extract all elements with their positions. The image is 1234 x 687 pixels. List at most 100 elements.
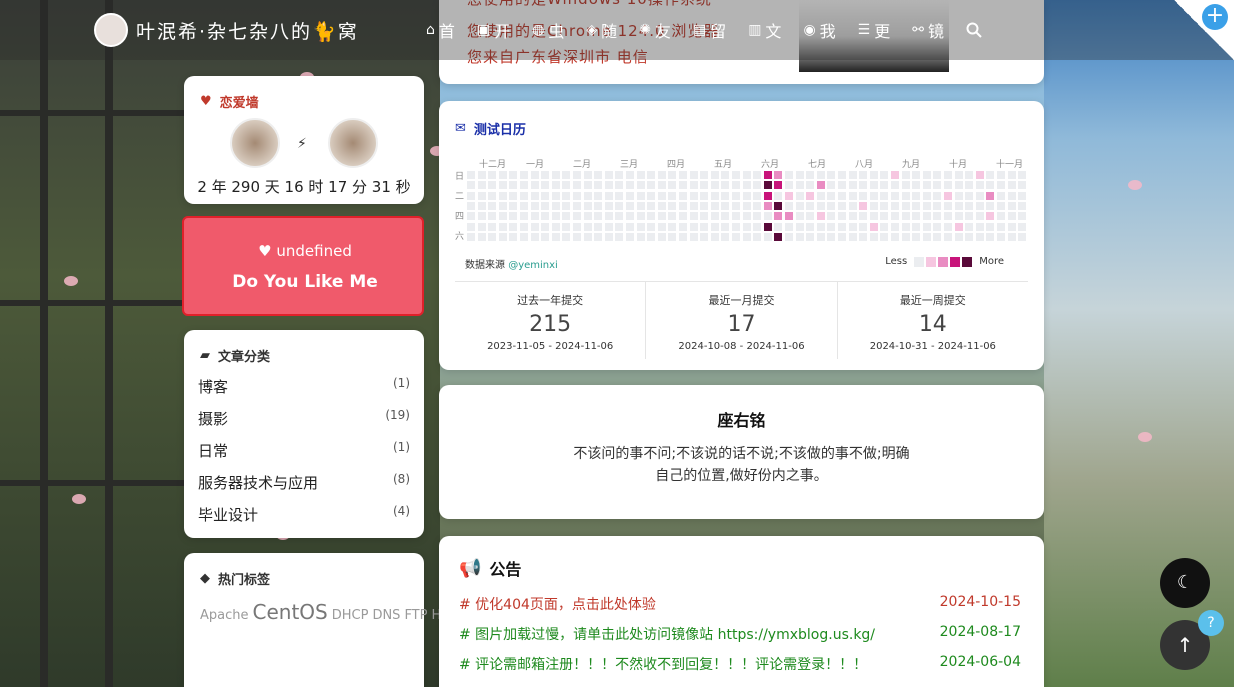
nav-item-more[interactable]: ☰ 更 — [858, 18, 891, 42]
contribution-cell — [657, 222, 666, 231]
nav-item-home[interactable]: ⌂ 首 — [426, 18, 455, 42]
contribution-cell — [615, 181, 624, 190]
source-user-link[interactable]: @yeminxi — [508, 260, 558, 271]
contribution-cell — [562, 181, 571, 190]
category-item[interactable]: 服务器技术与应用 (8) — [198, 472, 410, 493]
tag-link[interactable]: Apache — [200, 608, 249, 623]
tag-link[interactable]: DHCP — [332, 608, 369, 623]
announcement-item[interactable]: # 优化404页面，点击此处体验 2024-10-15 — [459, 594, 1021, 614]
announcement-item[interactable]: # 评论需邮箱注册！！！不然收不到回复！！！评论需登录！！！ 2024-06-04 — [459, 654, 1021, 674]
contribution-cell — [700, 212, 709, 221]
contribution-cell — [562, 222, 571, 231]
contribution-cell — [912, 212, 921, 221]
contribution-cell — [530, 201, 539, 210]
contribution-cell — [562, 171, 571, 179]
nav-item-about[interactable]: ◉ 我 — [803, 18, 835, 42]
contribution-cell — [975, 171, 984, 179]
help-icon[interactable]: ? — [1198, 610, 1224, 636]
category-item[interactable]: 日常 (1) — [198, 440, 410, 461]
plus-icon[interactable]: + — [1202, 4, 1228, 30]
hot-tags-card: ◆ 热门标签 ApacheCentOSDHCPDNSFTPHexoLinuxMy… — [184, 553, 831, 687]
nav-item-open[interactable]: ▣ 开 — [477, 18, 510, 42]
announcement-item[interactable]: # 图片加载过慢，请单击此处访问镜像站 https://ymxblog.us.k… — [459, 624, 1021, 644]
message-icon: ▤ — [692, 22, 707, 38]
contribution-cell — [689, 171, 698, 179]
contribution-cell — [848, 171, 857, 179]
site-title[interactable]: 叶泯希·杂七杂八的🐈窝 — [136, 17, 359, 44]
data-source: 数据来源 @yeminxi — [465, 256, 558, 271]
contribution-cell — [986, 191, 995, 200]
contribution-cell — [859, 232, 868, 241]
contribution-cell — [636, 171, 645, 179]
tag-link[interactable]: FTP — [404, 608, 427, 623]
contribution-cell — [509, 201, 518, 210]
contribution-cell — [997, 232, 1005, 241]
contribution-cell — [467, 201, 475, 210]
contribution-cell — [732, 222, 740, 231]
category-item[interactable]: 摄影 (19) — [198, 408, 410, 429]
contribution-cell — [732, 212, 740, 221]
contribution-cell — [668, 212, 677, 221]
contribution-cell — [848, 222, 857, 231]
contribution-cell — [530, 181, 539, 190]
calendar-legend: Less More — [885, 256, 1004, 267]
site-avatar[interactable] — [94, 13, 128, 47]
nav-item-label: 友 — [654, 22, 671, 41]
like-me-button[interactable]: ♥ undefined Do You Like Me — [182, 216, 424, 316]
contribution-cell — [594, 212, 603, 221]
contribution-cell — [859, 222, 868, 231]
nav-item-random[interactable]: ◈ 随 — [586, 18, 617, 42]
tag-link[interactable]: DNS — [372, 608, 400, 623]
contribution-cell — [753, 212, 762, 221]
contribution-calendar-card: ✉ 测试日历 十二月 一月 二月 三月 四月 五月 六月 七月 八月 九月 十月 十一月 日 二 四 … — [439, 101, 1044, 370]
contribution-cell — [710, 191, 719, 200]
contribution-cell — [742, 222, 751, 231]
nav-item-mirror[interactable]: ⚯ 镜 — [912, 18, 944, 42]
contribution-cell — [573, 212, 581, 221]
nav-item-article[interactable]: ▥ 文 — [748, 18, 781, 42]
contribution-cell — [520, 201, 528, 210]
announcement-date: 2024-10-15 — [939, 594, 1021, 610]
contribution-cell — [954, 201, 963, 210]
contribution-cell — [774, 201, 783, 210]
nav-item-bug[interactable]: ◍ 虫 — [532, 18, 564, 42]
category-item[interactable]: 博客 (1) — [198, 376, 410, 397]
nav-item-message[interactable]: ▤ 留 — [693, 18, 726, 42]
search-button[interactable] — [966, 22, 982, 38]
contribution-cell — [710, 201, 719, 210]
contribution-cell — [509, 232, 518, 241]
contribution-cell — [520, 191, 528, 200]
contribution-cell — [615, 212, 624, 221]
contribution-cell — [498, 212, 507, 221]
contribution-cell — [477, 201, 486, 210]
contribution-cell — [922, 212, 931, 221]
dark-mode-toggle[interactable]: ☾ — [1160, 558, 1210, 608]
avatar — [230, 118, 280, 168]
contribution-cell — [583, 201, 592, 210]
contribution-cell — [679, 222, 687, 231]
stat-label: 最近一周提交 — [899, 294, 966, 307]
calendar-stats: 过去一年提交 215 2023-11-05 - 2024-11-06 最近一月提交 1… — [455, 281, 1028, 359]
contribution-cell — [498, 191, 507, 200]
contribution-cell — [626, 212, 634, 221]
category-count: (19) — [385, 408, 410, 422]
nav-item-friends[interactable]: ✺ 友 — [639, 18, 671, 42]
contribution-cell — [859, 212, 868, 221]
contribution-cell — [541, 232, 550, 241]
legend-less: Less — [885, 256, 908, 267]
contribution-cell — [583, 191, 592, 200]
category-item[interactable]: 毕业设计 (4) — [198, 504, 410, 525]
contribution-cell — [700, 191, 709, 200]
contribution-cell — [509, 181, 518, 190]
contribution-cell — [679, 201, 687, 210]
contribution-cell — [732, 181, 740, 190]
tag-link[interactable]: CentOS — [253, 600, 328, 624]
announcement-title: 📢 公告 — [459, 556, 521, 580]
contribution-cell — [594, 181, 603, 190]
contribution-cell — [530, 222, 539, 231]
tags-icon: ◆ — [200, 571, 210, 586]
contribution-cell — [689, 232, 698, 241]
contribution-cell — [1007, 222, 1016, 231]
contribution-cell — [551, 171, 560, 179]
announcement-date: 2024-08-17 — [939, 624, 1021, 640]
